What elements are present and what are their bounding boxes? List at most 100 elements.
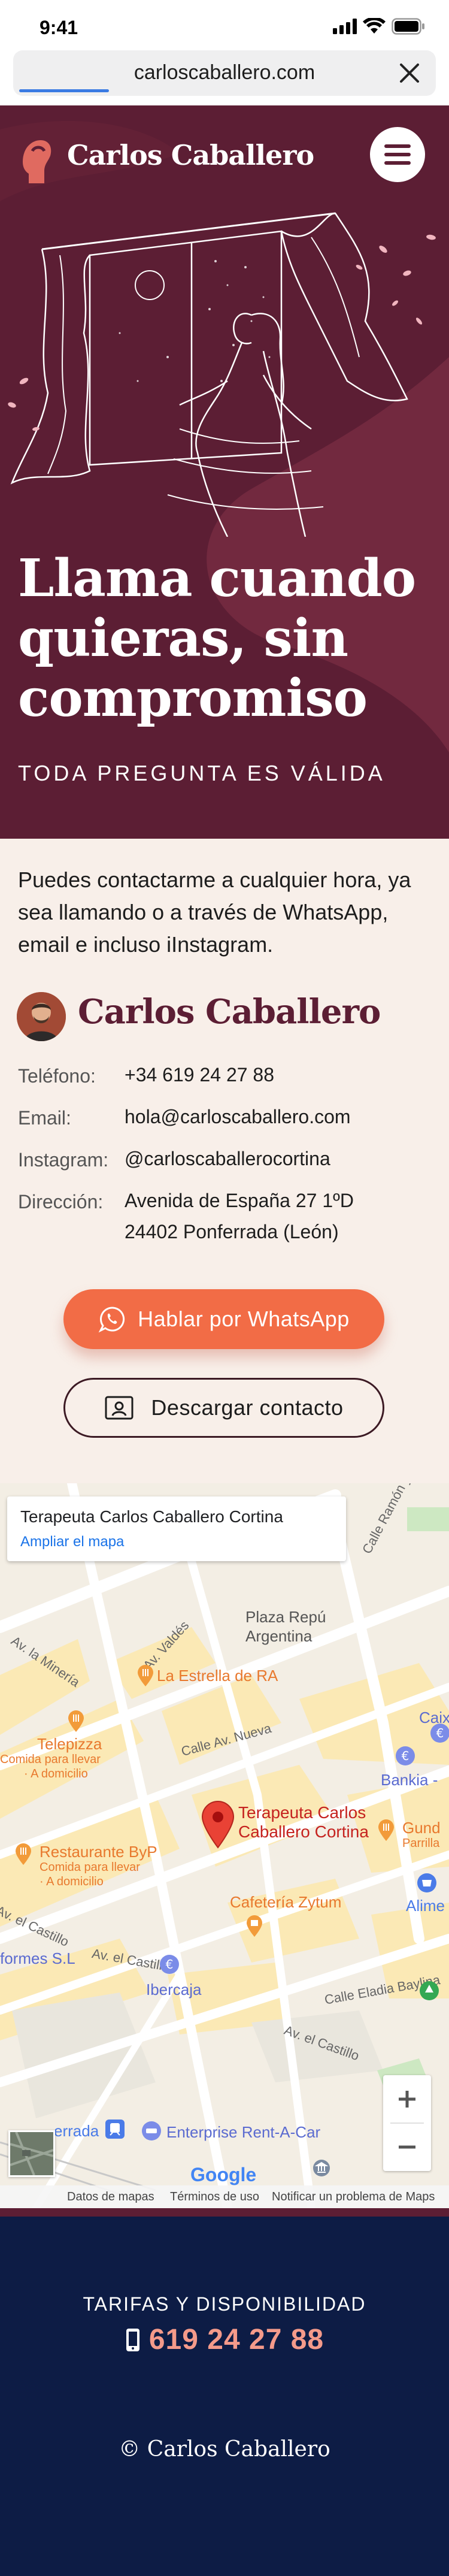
- status-icons: [333, 18, 425, 35]
- place-sublabel: Comida para llevar: [0, 1753, 101, 1766]
- cafe-pin-icon[interactable]: [245, 1915, 263, 1937]
- bank-icon[interactable]: €: [395, 1746, 415, 1766]
- contact-name: Carlos Caballero: [78, 992, 381, 1032]
- hero-title-line: quieras, sin: [18, 608, 348, 669]
- hero-illustration: [8, 212, 436, 537]
- google-letters: Google: [190, 2164, 257, 2185]
- place-label: Restaurante ByP: [40, 1843, 157, 1861]
- map-place-title: Terapeuta Carlos Caballero Cortina: [20, 1507, 283, 1526]
- hero-title: Llama cuando quieras, sin compromiso: [18, 549, 437, 728]
- download-contact-button[interactable]: Descargar contacto: [63, 1378, 384, 1438]
- instagram-label: Instagram:: [18, 1149, 109, 1171]
- signal-icon: [333, 19, 357, 34]
- place-label: Enterprise Rent-A-Car: [166, 2123, 321, 2141]
- phone-label: Teléfono:: [18, 1065, 96, 1087]
- hero-subtitle: TODA PREGUNTA ES VÁLIDA: [18, 761, 386, 785]
- place-label: Gund: [402, 1819, 441, 1837]
- instagram-value[interactable]: @carloscaballerocortina: [125, 1143, 330, 1174]
- menu-bar: [384, 153, 411, 156]
- address-line-1: Avenida de España 27 1ºD: [125, 1190, 354, 1211]
- contact-intro: Puedes contactarme a cualquier hora, ya …: [18, 867, 411, 957]
- phone-value[interactable]: +34 619 24 27 88: [125, 1059, 274, 1090]
- rates-availability-label[interactable]: TARIFAS Y DISPONIBILIDAD: [0, 2293, 449, 2315]
- copyright-text: © Carlos Caballero: [119, 2437, 330, 2462]
- museum-icon[interactable]: [313, 2159, 330, 2179]
- hamburger-menu-button[interactable]: [370, 127, 425, 182]
- hero-title-line: Llama cuando: [18, 548, 416, 609]
- site-logo-text[interactable]: Carlos Caballero: [67, 139, 314, 171]
- place-sublabel: Parrilla: [402, 1837, 440, 1850]
- enlarge-map-link[interactable]: Ampliar el mapa: [20, 1534, 124, 1550]
- battery-icon: [392, 18, 424, 35]
- embedded-map[interactable]: Terapeuta Carlos Caballero Cortina Ampli…: [0, 1483, 449, 2208]
- map-footer: Datos de mapas Términos de uso Notificar…: [0, 2185, 449, 2208]
- place-label: Telepizza: [37, 1735, 102, 1753]
- place-label: La Estrella de RA: [157, 1667, 278, 1685]
- restaurant-pin-icon[interactable]: [377, 1819, 395, 1842]
- contact-section: Puedes contactarme a cualquier hora, ya …: [0, 839, 449, 1483]
- map-zoom-control: [383, 2075, 431, 2171]
- place-sublabel: · A domicilio: [24, 1767, 88, 1780]
- park-icon[interactable]: [419, 1981, 439, 2001]
- hero-title-line: compromiso: [18, 668, 368, 728]
- plus-icon: [399, 2091, 415, 2108]
- whatsapp-icon: [98, 1307, 125, 1333]
- svg-text:€: €: [166, 1957, 174, 1972]
- contact-card-icon: [105, 1396, 134, 1420]
- place-label: Plaza Repú: [245, 1608, 326, 1626]
- footer-top-border: [0, 2208, 449, 2217]
- status-bar: 9:41: [0, 0, 449, 48]
- address-label: Dirección:: [18, 1191, 104, 1213]
- close-icon[interactable]: [399, 62, 420, 84]
- location-pin-icon[interactable]: [200, 1801, 236, 1849]
- map-terms-link[interactable]: Términos de uso: [170, 2190, 259, 2204]
- map-place-card: Terapeuta Carlos Caballero Cortina Ampli…: [7, 1496, 346, 1561]
- pin-label: Terapeuta Carlos: [238, 1803, 366, 1822]
- url-text[interactable]: carloscaballero.com: [13, 61, 436, 84]
- avatar: [17, 992, 66, 1041]
- place-sublabel: Comida para llevar: [40, 1861, 140, 1874]
- address-bar[interactable]: carloscaballero.com: [13, 50, 436, 96]
- place-label: Argentina: [245, 1627, 313, 1645]
- bank-icon[interactable]: €: [430, 1723, 449, 1743]
- address-line-2: 24402 Ponferrada (León): [125, 1221, 339, 1242]
- zoom-out-button[interactable]: [383, 2123, 431, 2171]
- svg-text:€: €: [436, 1726, 444, 1740]
- menu-bar: [384, 144, 411, 148]
- map-data-link[interactable]: Datos de mapas: [67, 2190, 154, 2204]
- place-label: errada: [54, 2122, 99, 2140]
- bank-icon[interactable]: €: [159, 1954, 180, 1975]
- train-station-icon[interactable]: [104, 2118, 126, 2140]
- restaurant-pin-icon[interactable]: [67, 1710, 85, 1733]
- restaurant-pin-icon[interactable]: [14, 1843, 32, 1866]
- wifi-icon: [363, 18, 386, 34]
- email-value[interactable]: hola@carloscaballero.com: [125, 1101, 351, 1132]
- place-label: Bankia -: [381, 1771, 438, 1789]
- footer-phone-link[interactable]: 619 24 27 88: [0, 2323, 449, 2356]
- hero-section: Carlos Caballero Llama cuando quieras, s…: [0, 105, 449, 839]
- place-label: Alime: [406, 1897, 445, 1915]
- menu-bar: [384, 161, 411, 165]
- page-load-progress: [19, 89, 109, 92]
- restaurant-pin-icon[interactable]: [136, 1664, 154, 1687]
- google-logo: Google: [190, 2164, 256, 2186]
- zoom-in-button[interactable]: [383, 2075, 431, 2123]
- status-time: 9:41: [40, 17, 78, 38]
- place-label: Cafetería Zytum: [230, 1893, 342, 1911]
- footer-phone-number[interactable]: 619 24 27 88: [149, 2323, 324, 2356]
- site-footer: TARIFAS Y DISPONIBILIDAD 619 24 27 88 © …: [0, 2208, 449, 2576]
- satellite-toggle-thumbnail[interactable]: [8, 2130, 55, 2177]
- shopping-icon[interactable]: [417, 1873, 437, 1893]
- car-rental-icon[interactable]: [141, 2121, 162, 2141]
- whatsapp-button-label: Hablar por WhatsApp: [138, 1307, 350, 1331]
- place-label: Ibercaja: [146, 1981, 202, 1998]
- mobile-phone-icon: [126, 2328, 139, 2351]
- place-sublabel: · A domicilio: [40, 1875, 104, 1888]
- map-report-link[interactable]: Notificar un problema de Maps: [272, 2190, 435, 2204]
- logo-icon: [23, 140, 51, 183]
- pin-label: Caballero Cortina: [238, 1822, 369, 1841]
- svg-text:€: €: [402, 1749, 409, 1763]
- whatsapp-button[interactable]: Hablar por WhatsApp: [63, 1289, 384, 1349]
- place-label: formes S.L: [0, 1949, 75, 1967]
- minus-icon: [399, 2145, 415, 2149]
